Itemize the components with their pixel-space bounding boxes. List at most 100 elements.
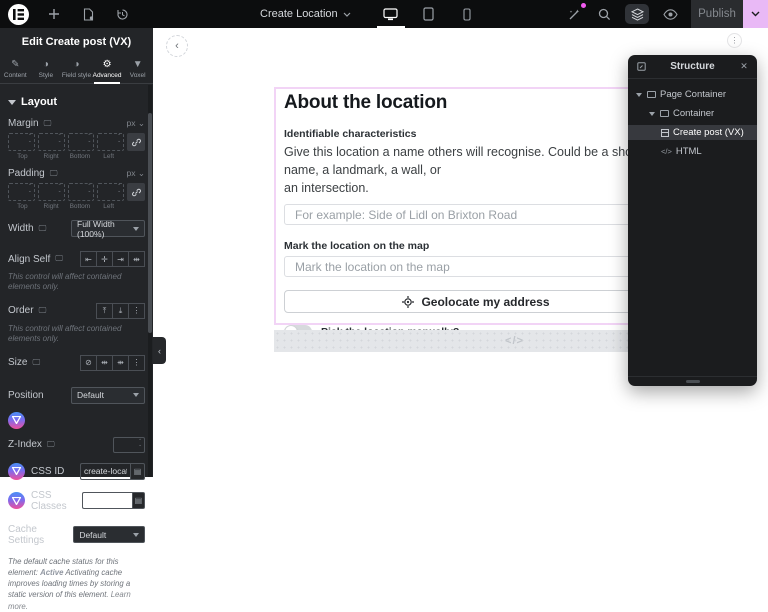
tab-advanced[interactable]: ⚙ Advanced bbox=[92, 54, 123, 83]
width-select[interactable]: Full Width (100%) bbox=[71, 220, 145, 237]
responsive-monitor-icon[interactable]: 🖵 bbox=[47, 440, 55, 450]
document-switcher[interactable]: Create Location bbox=[260, 8, 351, 20]
align-end-button[interactable]: ⇥ bbox=[112, 251, 129, 267]
order-last-button[interactable]: ⤓ bbox=[112, 303, 129, 319]
panel-scrollbar[interactable] bbox=[148, 85, 152, 477]
tab-label: Style bbox=[39, 72, 53, 79]
responsive-monitor-icon[interactable]: 🖵 bbox=[50, 169, 58, 179]
tree-item-container[interactable]: Container bbox=[628, 106, 757, 121]
caret-down-icon[interactable] bbox=[635, 93, 643, 97]
size-none-button[interactable]: ⊘ bbox=[80, 355, 97, 371]
padding-left-input[interactable] bbox=[97, 183, 124, 201]
padding-unit-select[interactable]: px ⌄ bbox=[127, 168, 145, 179]
order-custom-button[interactable]: ⋮ bbox=[128, 303, 145, 319]
tree-item-html[interactable]: </> HTML bbox=[628, 144, 757, 159]
page-settings-icon[interactable] bbox=[79, 5, 97, 23]
code-icon: </> bbox=[661, 147, 672, 156]
dynamic-tags-button[interactable]: ▤ bbox=[132, 492, 145, 509]
device-tablet-button[interactable] bbox=[417, 0, 441, 28]
align-stretch-button[interactable]: ⇹ bbox=[128, 251, 145, 267]
voxel-badge-icon[interactable] bbox=[8, 463, 25, 480]
chevron-down-icon bbox=[133, 533, 139, 537]
resize-handle[interactable] bbox=[686, 380, 700, 383]
voxel-badge-icon[interactable] bbox=[8, 412, 25, 429]
search-icon bbox=[598, 8, 611, 21]
tree-item-create-post[interactable]: Create post (VX) bbox=[628, 125, 757, 140]
order-first-button[interactable]: ⤒ bbox=[96, 303, 113, 319]
identifiable-characteristics-input[interactable] bbox=[284, 204, 668, 225]
padding-right-input[interactable] bbox=[38, 183, 65, 201]
css-id-label: CSS ID bbox=[31, 466, 64, 477]
add-new-icon[interactable] bbox=[45, 5, 63, 23]
dynamic-tags-button[interactable]: ▤ bbox=[130, 463, 145, 480]
structure-panel-toggle[interactable] bbox=[625, 4, 649, 24]
cache-settings-select[interactable]: Default bbox=[73, 526, 145, 543]
contrast-icon: ◑ bbox=[73, 59, 79, 70]
tab-label: Advanced bbox=[93, 72, 122, 79]
device-mobile-button[interactable] bbox=[455, 0, 479, 28]
ai-assistant-button[interactable] bbox=[565, 5, 583, 23]
ai-wand-icon bbox=[568, 8, 581, 21]
responsive-monitor-icon[interactable]: 🖵 bbox=[44, 119, 52, 129]
gear-icon: ⚙ bbox=[103, 59, 112, 70]
panel-scrollbar-thumb[interactable] bbox=[148, 113, 152, 333]
close-icon[interactable]: ✕ bbox=[738, 61, 750, 72]
layout-section-header[interactable]: Layout bbox=[0, 84, 153, 116]
crosshair-geolocate-icon bbox=[402, 296, 414, 308]
css-id-input[interactable] bbox=[80, 463, 130, 480]
eye-icon bbox=[663, 9, 678, 20]
responsive-monitor-icon[interactable]: 🖵 bbox=[39, 224, 47, 234]
width-label: Width 🖵 bbox=[8, 223, 46, 234]
back-button[interactable]: ‹ bbox=[166, 35, 188, 57]
padding-top-input[interactable] bbox=[8, 183, 35, 201]
device-desktop-button[interactable] bbox=[379, 0, 403, 28]
size-custom-button[interactable]: ⋮ bbox=[128, 355, 145, 371]
widget-grid-icon bbox=[661, 129, 669, 137]
container-icon bbox=[660, 110, 669, 117]
finder-search-button[interactable] bbox=[595, 5, 613, 23]
padding-bottom-input[interactable] bbox=[68, 183, 95, 201]
responsive-monitor-icon[interactable]: 🖵 bbox=[39, 306, 47, 316]
publish-options-button[interactable] bbox=[743, 0, 768, 28]
document-title: Create Location bbox=[260, 8, 338, 20]
tab-style[interactable]: ◑ Style bbox=[31, 54, 62, 83]
history-icon[interactable] bbox=[113, 5, 131, 23]
preview-button[interactable] bbox=[661, 5, 679, 23]
padding-inputs bbox=[0, 183, 153, 201]
canvas-more-handle[interactable]: ⋮ bbox=[727, 33, 742, 48]
responsive-monitor-icon[interactable]: 🖵 bbox=[32, 358, 40, 368]
elementor-logo[interactable] bbox=[8, 4, 29, 25]
align-start-button[interactable]: ⇤ bbox=[80, 251, 97, 267]
margin-unit-select[interactable]: px ⌄ bbox=[127, 118, 145, 129]
css-classes-input[interactable] bbox=[82, 492, 132, 509]
contrast-icon: ◑ bbox=[43, 59, 49, 70]
tree-item-page-container[interactable]: Page Container bbox=[628, 87, 757, 102]
position-select[interactable]: Default bbox=[71, 387, 145, 404]
tab-content[interactable]: ✎ Content bbox=[0, 54, 31, 83]
popout-icon[interactable] bbox=[635, 62, 647, 71]
margin-bottom-input[interactable] bbox=[68, 133, 95, 151]
tab-field-style[interactable]: ◑ Field style bbox=[61, 54, 92, 83]
align-center-button[interactable]: ✛ bbox=[96, 251, 113, 267]
z-index-input[interactable] bbox=[113, 437, 145, 453]
size-grow-button[interactable]: ⇹ bbox=[96, 355, 113, 371]
align-self-note: This control will affect contained eleme… bbox=[0, 267, 153, 293]
link-values-button[interactable] bbox=[127, 133, 145, 151]
size-shrink-button[interactable]: ⇻ bbox=[112, 355, 129, 371]
panel-tabs: ✎ Content ◑ Style ◑ Field style ⚙ Advanc… bbox=[0, 54, 153, 84]
link-values-button[interactable] bbox=[127, 183, 145, 201]
container-icon bbox=[647, 91, 656, 98]
code-icon: </> bbox=[505, 335, 524, 347]
width-value: Full Width (100%) bbox=[77, 219, 133, 239]
voxel-badge-icon[interactable] bbox=[8, 492, 25, 509]
margin-top-input[interactable] bbox=[8, 133, 35, 151]
publish-button[interactable]: Publish bbox=[691, 0, 743, 28]
map-location-input[interactable] bbox=[284, 256, 668, 277]
tab-voxel[interactable]: ▼ Voxel bbox=[122, 54, 153, 83]
margin-left-input[interactable] bbox=[97, 133, 124, 151]
caret-down-icon[interactable] bbox=[648, 112, 656, 116]
margin-right-input[interactable] bbox=[38, 133, 65, 151]
geolocate-button[interactable]: Geolocate my address bbox=[284, 290, 668, 313]
responsive-monitor-icon[interactable]: 🖵 bbox=[55, 254, 63, 264]
panel-collapse-handle[interactable]: ‹ bbox=[153, 337, 166, 364]
